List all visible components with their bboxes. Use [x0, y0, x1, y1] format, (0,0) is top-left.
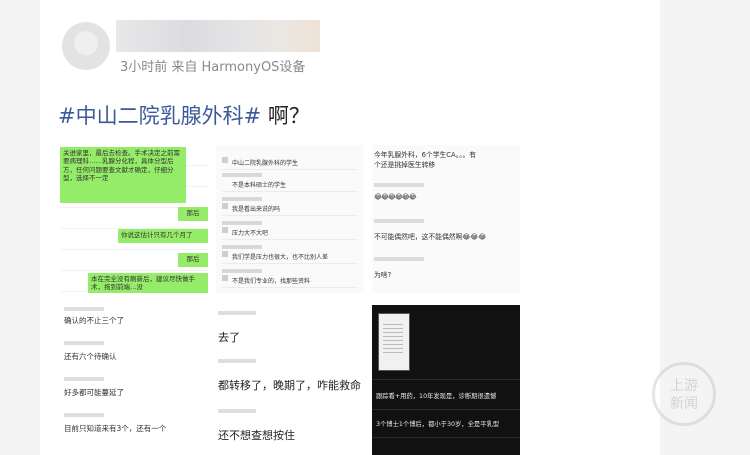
shangyou-news-watermark: 上游 新闻: [652, 362, 716, 426]
comment-icon: [222, 227, 228, 233]
comment-text: 确认的不止三个了: [64, 316, 124, 325]
comment-text: 为啥?: [374, 271, 392, 279]
image-tile-2[interactable]: 中山二院乳腺外科的学生 不是本科硕士的学生 我是看出来说的吗 压力大不大吧 我们…: [216, 145, 364, 293]
list-item: 我们学是压力也很大，也不比别人差: [222, 243, 358, 264]
comment-icon: [222, 275, 228, 281]
username-blurred: [64, 413, 104, 417]
username-blurred: [222, 269, 262, 273]
comment-icon: [222, 251, 228, 257]
image-tile-4[interactable]: 确认的不止三个了 还有六个待确认 好多都可能蔓延了 目前只知道来有3个，还有一个: [60, 305, 208, 455]
list-item: 压力大不大吧: [222, 219, 358, 240]
divider: [372, 409, 520, 410]
comment-text: 不可能偶然吧，这不能偶然啊😂😂😂: [374, 233, 487, 241]
post-title: #中山二院乳腺外科# 啊？: [58, 100, 310, 130]
comment-text: 还有六个待确认: [64, 352, 117, 361]
comment-text: 今年乳腺外科，6个学生CA。。。有: [374, 151, 477, 159]
comment-text: 目前只知道来有3个，还有一个: [64, 424, 167, 433]
username-blurred: [222, 245, 262, 249]
chat-bubble: 那后: [178, 207, 208, 221]
divider: [372, 437, 520, 438]
username-blurred: [374, 257, 424, 261]
username-blurred: [222, 221, 262, 225]
weibo-post-card: 3小时前 来自 HarmonyOS设备 #中山二院乳腺外科# 啊？ 关进家里，最…: [40, 0, 660, 455]
username-blurred: [222, 173, 262, 177]
username-blurred: [218, 359, 256, 363]
comment-text: 3个博士1个博后，都小于30岁，全是平乳型: [376, 421, 500, 428]
username-blurred: [64, 377, 104, 381]
post-text: 啊？: [261, 104, 310, 128]
image-tile-3[interactable]: 今年乳腺外科，6个学生CA。。。有 个还是挑掉医生转移 😂😂😂😂😂😂 不可能偶然…: [372, 145, 520, 293]
comment-text: 好多都可能蔓延了: [64, 388, 124, 397]
username-blurred: [222, 197, 262, 201]
comment-text: 去了: [218, 331, 240, 344]
list-item: 中山二院乳腺外科的学生: [222, 149, 358, 170]
comment-icon: [222, 157, 228, 163]
post-meta: 3小时前 来自 HarmonyOS设备: [120, 60, 306, 75]
comment-text: 都转移了，晚期了，咋能救命: [218, 379, 361, 392]
document-thumbnail: [378, 313, 410, 371]
list-item: 我是看出来说的吗: [222, 195, 358, 216]
username-blurred: [374, 183, 424, 187]
image-tile-5[interactable]: 去了 都转移了，晚期了，咋能救命 还不想查想按住: [216, 305, 364, 455]
username-blurred: [374, 219, 424, 223]
username-blurred: [218, 311, 256, 315]
comment-icon: [222, 203, 228, 209]
comment-emoji: 😂😂😂😂😂😂: [374, 193, 417, 201]
username-blurred: [218, 409, 256, 413]
comment-text: 个还是挑掉医生转移: [374, 161, 436, 169]
topic-hashtag-link[interactable]: #中山二院乳腺外科#: [58, 104, 261, 128]
username-blurred: [64, 307, 104, 311]
list-item: 不是我们专业的，找那些资料: [222, 267, 358, 288]
username-blurred: [64, 341, 104, 345]
chat-bubble: 那后: [178, 253, 208, 267]
divider: [372, 379, 520, 380]
username-blurred[interactable]: [116, 20, 320, 52]
chat-bubble: 关进家里，最后去检查。手术决定之前需要病理科……乳腺分化程，具体分型后方，任何问…: [60, 147, 186, 203]
comment-text: 跟踪看+用药，10年发现是，诊断期很遗憾: [376, 393, 497, 400]
image-tile-6[interactable]: 跟踪看+用药，10年发现是，诊断期很遗憾 3个博士1个博后，都小于30岁，全是平…: [372, 305, 520, 455]
chat-bubble: 你说这估计只有几个月了: [118, 229, 208, 243]
user-avatar[interactable]: [62, 22, 110, 70]
image-tile-1[interactable]: 关进家里，最后去检查。手术决定之前需要病理科……乳腺分化程，具体分型后方，任何问…: [60, 145, 208, 293]
comment-text: 还不想查想按住: [218, 429, 295, 442]
chat-bubble: 本在完全没有刷新后，建议尽快做手术，拖到前端…没: [88, 273, 208, 293]
list-item: 不是本科硕士的学生: [222, 171, 358, 192]
